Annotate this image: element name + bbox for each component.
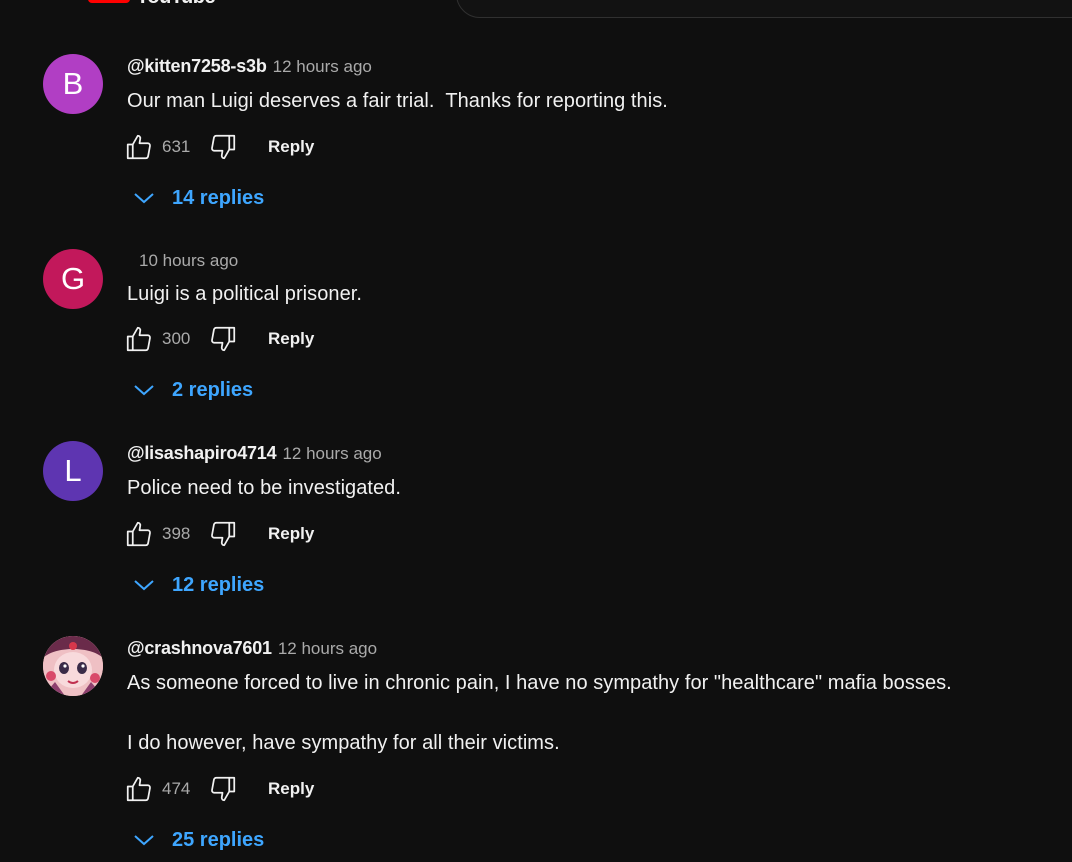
comment-text-line: I do however, have sympathy for all thei… <box>127 732 560 754</box>
thumbs-up-icon <box>126 521 151 547</box>
comment-actions: 474 Reply <box>122 772 314 806</box>
chevron-down-icon <box>130 376 158 404</box>
comment-text: Police need to be investigated. <box>127 477 401 499</box>
view-replies-button[interactable]: 2 replies <box>130 376 253 404</box>
comment-author[interactable]: @crashnova7601 <box>127 638 272 659</box>
comments-page: YouTube B @kitten7258-s3b 12 hours ago O… <box>0 0 1072 862</box>
comment-header: @crashnova7601 12 hours ago <box>127 638 377 659</box>
avatar[interactable] <box>43 636 103 696</box>
comment-header: @kitten7258-s3b 12 hours ago <box>127 56 372 77</box>
youtube-logo-text[interactable]: YouTube <box>136 0 216 9</box>
avatar-illustration-icon <box>43 636 103 696</box>
avatar[interactable]: L <box>43 441 103 501</box>
top-bar: YouTube <box>0 0 1072 20</box>
replies-label: 12 replies <box>172 573 265 596</box>
like-button[interactable] <box>122 517 156 551</box>
chevron-down-icon <box>130 184 158 212</box>
reply-button[interactable]: Reply <box>268 779 314 799</box>
reply-button[interactable]: Reply <box>268 524 314 544</box>
search-input[interactable] <box>456 0 1072 18</box>
like-count: 300 <box>162 329 191 348</box>
comment-time[interactable]: 12 hours ago <box>278 639 377 659</box>
comment-time[interactable]: 12 hours ago <box>273 57 372 77</box>
avatar[interactable]: B <box>43 54 103 114</box>
comment-header: 10 hours ago <box>133 251 238 271</box>
dislike-button[interactable] <box>206 322 240 356</box>
thumbs-up-icon <box>126 134 151 160</box>
like-count: 631 <box>162 137 191 156</box>
view-replies-button[interactable]: 12 replies <box>130 571 264 599</box>
thumbs-up-icon <box>126 776 151 802</box>
comment-time[interactable]: 12 hours ago <box>282 444 381 464</box>
youtube-logo-icon[interactable] <box>88 0 130 3</box>
comment-actions: 398 Reply <box>122 517 314 551</box>
comment-header: @lisashapiro4714 12 hours ago <box>127 443 382 464</box>
replies-label: 2 replies <box>172 378 254 401</box>
thumbs-down-icon <box>211 134 236 160</box>
replies-label: 14 replies <box>172 186 265 209</box>
thumbs-up-icon <box>126 326 151 352</box>
chevron-down-icon <box>130 826 158 854</box>
reply-button[interactable]: Reply <box>268 137 314 157</box>
comment-text: Luigi is a political prisoner. <box>127 283 362 305</box>
avatar-letter: G <box>60 261 86 296</box>
reply-button[interactable]: Reply <box>268 329 314 349</box>
like-button[interactable] <box>122 130 156 164</box>
comment-author[interactable]: @lisashapiro4714 <box>127 443 277 464</box>
avatar[interactable]: G <box>43 249 103 309</box>
dislike-button[interactable] <box>206 772 240 806</box>
view-replies-button[interactable]: 14 replies <box>130 184 264 212</box>
like-button[interactable] <box>122 322 156 356</box>
chevron-down-icon <box>130 571 158 599</box>
comment-text-line: As someone forced to live in chronic pai… <box>127 672 952 694</box>
thumbs-down-icon <box>211 521 236 547</box>
comment-actions: 300 Reply <box>122 322 314 356</box>
dislike-button[interactable] <box>206 517 240 551</box>
comment-time[interactable]: 10 hours ago <box>139 251 238 271</box>
thumbs-down-icon <box>211 776 236 802</box>
comment-actions: 631 Reply <box>122 130 314 164</box>
replies-label: 25 replies <box>172 828 265 851</box>
avatar-letter: L <box>64 453 82 488</box>
dislike-button[interactable] <box>206 130 240 164</box>
like-button[interactable] <box>122 772 156 806</box>
comment-text: Our man Luigi deserves a fair trial. Tha… <box>127 90 668 112</box>
view-replies-button[interactable]: 25 replies <box>130 826 264 854</box>
like-count: 398 <box>162 524 191 543</box>
thumbs-down-icon <box>211 326 236 352</box>
like-count: 474 <box>162 779 191 798</box>
avatar-letter: B <box>62 66 84 101</box>
comment-author[interactable]: @kitten7258-s3b <box>127 56 267 77</box>
